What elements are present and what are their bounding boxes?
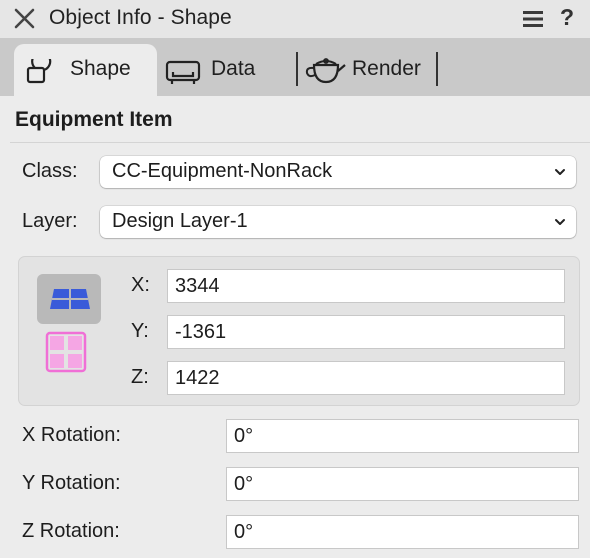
- x-rotation-value: 0°: [234, 425, 254, 447]
- tab-shape[interactable]: Shape: [14, 44, 157, 96]
- z-rotation-value: 0°: [234, 521, 254, 543]
- section-title: Equipment Item: [15, 108, 173, 131]
- close-button[interactable]: [12, 7, 38, 31]
- layer-value: Design Layer-1: [112, 210, 248, 232]
- y-value: -1361: [175, 321, 227, 343]
- tab-shape-label: Shape: [70, 57, 131, 80]
- window-title: Object Info - Shape: [49, 6, 232, 29]
- y-field[interactable]: -1361: [167, 315, 565, 349]
- x-value: 3344: [175, 275, 220, 297]
- tab-render[interactable]: Render: [300, 44, 436, 96]
- y-rotation-field[interactable]: 0°: [226, 467, 579, 501]
- layer-plane-button[interactable]: [45, 331, 89, 375]
- y-rotation-value: 0°: [234, 473, 254, 495]
- z-rotation-field[interactable]: 0°: [226, 515, 579, 549]
- screen-plane-icon: [50, 289, 90, 309]
- shape-icon: [26, 59, 52, 84]
- close-icon: [14, 8, 35, 29]
- teapot-icon: [305, 58, 346, 84]
- help-button[interactable]: ?: [556, 4, 578, 32]
- chevron-down-icon: [555, 169, 565, 175]
- z-value: 1422: [175, 367, 220, 389]
- class-label: Class:: [22, 160, 78, 182]
- class-popup[interactable]: CC-Equipment-NonRack: [100, 156, 576, 188]
- object-info-palette: Object Info - Shape ? Shape Data Render …: [0, 0, 590, 558]
- y-rotation-label: Y Rotation:: [22, 472, 121, 494]
- data-icon: [165, 60, 201, 84]
- title-bar: Object Info - Shape ?: [0, 0, 590, 38]
- tab-data[interactable]: Data: [160, 44, 280, 96]
- z-rotation-label: Z Rotation:: [22, 520, 120, 542]
- hamburger-menu-icon: [523, 11, 543, 27]
- tab-strip: Shape Data Render: [0, 38, 590, 96]
- z-label: Z:: [131, 366, 149, 388]
- tab-render-label: Render: [352, 57, 421, 80]
- class-value: CC-Equipment-NonRack: [112, 160, 333, 182]
- layer-popup[interactable]: Design Layer-1: [100, 206, 576, 238]
- x-field[interactable]: 3344: [167, 269, 565, 303]
- tab-separator: [436, 52, 438, 86]
- screen-plane-button[interactable]: [37, 274, 101, 324]
- palette-menu-button[interactable]: [522, 9, 546, 29]
- x-rotation-label: X Rotation:: [22, 424, 121, 446]
- section-divider: [10, 142, 590, 143]
- x-rotation-field[interactable]: 0°: [226, 419, 579, 453]
- chevron-down-icon: [555, 219, 565, 225]
- tab-separator: [296, 52, 298, 86]
- layer-plane-icon: [45, 331, 87, 373]
- z-field[interactable]: 1422: [167, 361, 565, 395]
- x-label: X:: [131, 274, 150, 296]
- y-label: Y:: [131, 320, 149, 342]
- layer-label: Layer:: [22, 210, 78, 232]
- tab-data-label: Data: [211, 57, 256, 80]
- coordinates-group: X: 3344 Y: -1361 Z: 1422: [18, 256, 580, 406]
